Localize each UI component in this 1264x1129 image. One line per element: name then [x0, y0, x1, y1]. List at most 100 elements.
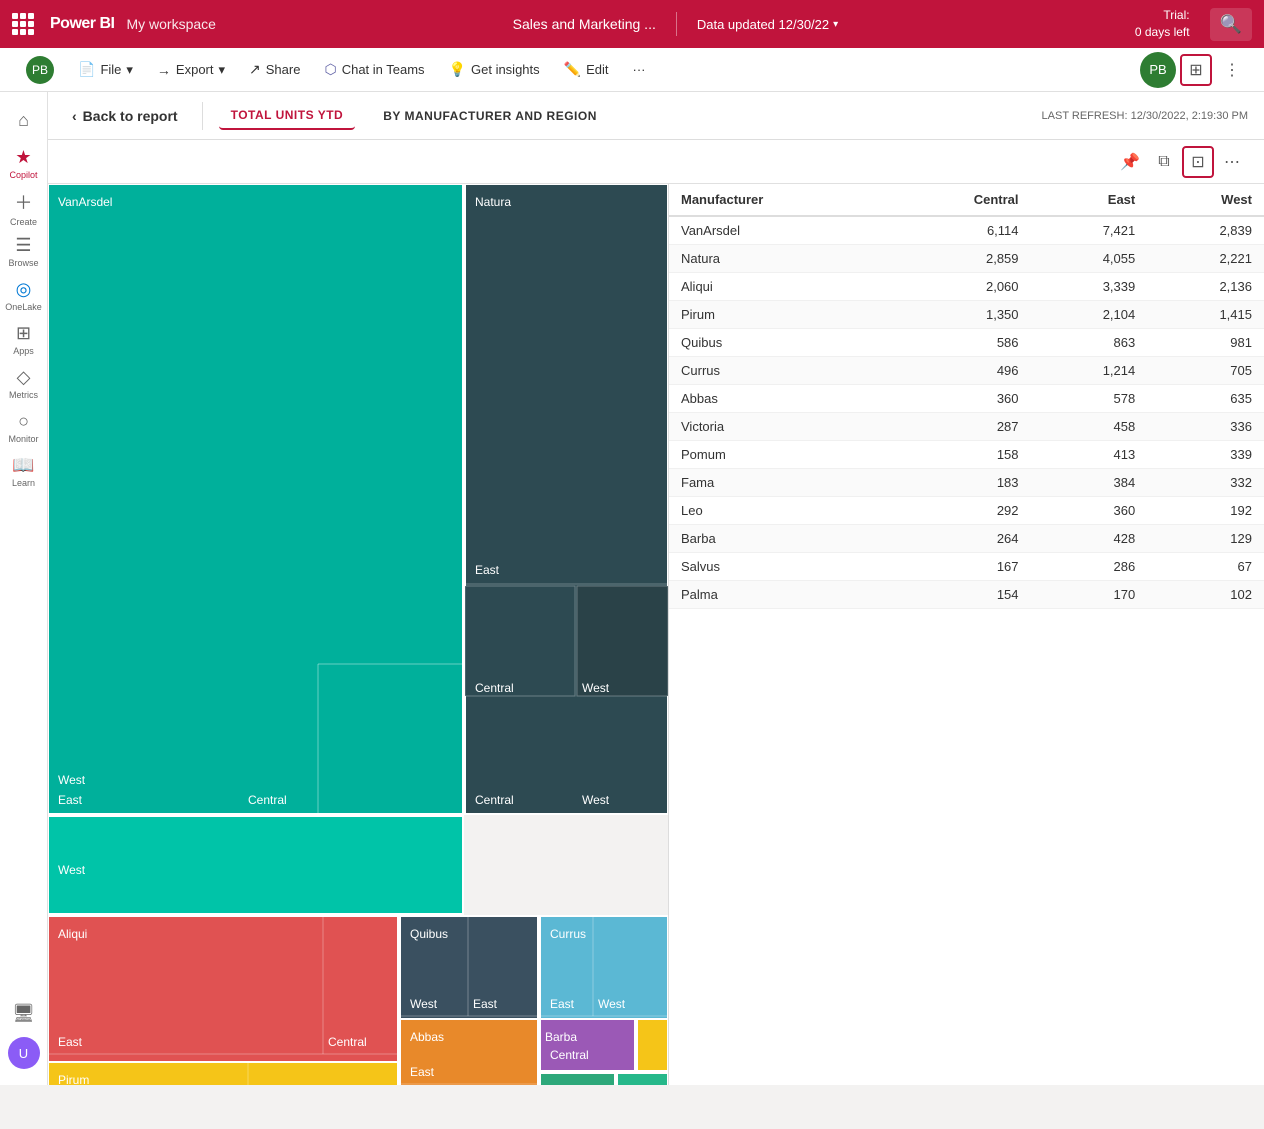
sub-toolbar-icons: 📌 ⧉ ⊡ ⋯ — [1114, 146, 1248, 178]
cell-central: 2,060 — [889, 273, 1031, 301]
data-updated-chevron: ▾ — [833, 19, 838, 30]
data-updated[interactable]: Data updated 12/30/22 ▾ — [697, 17, 838, 32]
file-chevron: ▾ — [126, 62, 133, 78]
file-icon: 📄 — [78, 61, 95, 78]
search-button[interactable]: 🔍 — [1210, 8, 1252, 41]
main-layout: ⌂ ★ Copilot ＋ Create ☰ Browse ◎ OneLake … — [0, 92, 1264, 1085]
cell-west: 129 — [1147, 525, 1264, 553]
table-row[interactable]: Currus 496 1,214 705 — [669, 357, 1264, 385]
cell-manufacturer: Palma — [669, 581, 889, 609]
avatar-toolbar[interactable]: PB — [16, 50, 64, 90]
panel-button[interactable]: ⋮ — [1216, 54, 1248, 86]
tab-total-units-ytd[interactable]: TOTAL UNITS YTD — [219, 102, 356, 130]
onelake-icon: ◎ — [16, 279, 32, 300]
sidebar-item-metrics[interactable]: ◇ Metrics — [4, 364, 44, 404]
svg-text:West: West — [598, 997, 626, 1011]
svg-text:West: West — [582, 793, 610, 807]
table-row[interactable]: Pirum 1,350 2,104 1,415 — [669, 301, 1264, 329]
export-button[interactable]: → Export ▾ — [147, 56, 235, 84]
sidebar-item-copilot[interactable]: ★ Copilot — [4, 144, 44, 184]
pin-icon-btn[interactable]: 📌 — [1114, 146, 1146, 178]
avatar-icon-btn[interactable]: PB — [1140, 52, 1176, 88]
treemap-container[interactable]: VanArsdel East Central West Natura East — [48, 184, 668, 1085]
table-row[interactable]: Barba 264 428 129 — [669, 525, 1264, 553]
svg-text:Central: Central — [475, 681, 514, 695]
sidebar-item-monitor[interactable]: ○ Monitor — [4, 408, 44, 448]
duplicate-icon-btn[interactable]: ⧉ — [1148, 146, 1180, 178]
table-row[interactable]: Leo 292 360 192 — [669, 497, 1264, 525]
share-button[interactable]: ↗ Share — [239, 55, 310, 84]
chat-teams-button[interactable]: ⬡ Chat in Teams — [314, 55, 434, 84]
svg-text:Central: Central — [475, 793, 514, 807]
edit-button[interactable]: ✏️ Edit — [554, 55, 619, 84]
file-button[interactable]: 📄 File ▾ — [68, 55, 143, 84]
table-row[interactable]: Victoria 287 458 336 — [669, 413, 1264, 441]
cell-manufacturer: VanArsdel — [669, 216, 889, 245]
monitor-icon: ○ — [18, 411, 29, 432]
cell-west: 2,839 — [1147, 216, 1264, 245]
sidebar-item-display[interactable]: 🖥 — [4, 993, 44, 1033]
svg-text:Pirum: Pirum — [58, 1073, 89, 1085]
cell-west: 332 — [1147, 469, 1264, 497]
cell-east: 3,339 — [1031, 273, 1148, 301]
table-row[interactable]: Salvus 167 286 67 — [669, 553, 1264, 581]
back-to-report-button[interactable]: ‹ Back to report — [64, 102, 186, 130]
cell-west: 192 — [1147, 497, 1264, 525]
cell-central: 1,350 — [889, 301, 1031, 329]
sidebar-item-onelake[interactable]: ◎ OneLake — [4, 276, 44, 316]
cell-west: 336 — [1147, 413, 1264, 441]
svg-text:Quibus: Quibus — [410, 927, 448, 941]
focus-mode-button[interactable]: ⊞ — [1180, 54, 1212, 86]
more-options-icon-btn[interactable]: ⋯ — [1216, 146, 1248, 178]
cell-central: 154 — [889, 581, 1031, 609]
viz-area: VanArsdel East Central West Natura East — [48, 184, 1264, 1085]
cell-central: 292 — [889, 497, 1031, 525]
cell-manufacturer: Aliqui — [669, 273, 889, 301]
sidebar-item-learn[interactable]: 📖 Learn — [4, 452, 44, 492]
table-row[interactable]: Quibus 586 863 981 — [669, 329, 1264, 357]
cell-east: 458 — [1031, 413, 1148, 441]
table-row[interactable]: Abbas 360 578 635 — [669, 385, 1264, 413]
cell-manufacturer: Currus — [669, 357, 889, 385]
table-row[interactable]: Natura 2,859 4,055 2,221 — [669, 245, 1264, 273]
home-icon: ⌂ — [18, 110, 29, 131]
workspace-name[interactable]: My workspace — [126, 16, 215, 32]
tab-by-manufacturer-region[interactable]: BY MANUFACTURER AND REGION — [371, 103, 609, 129]
table-row[interactable]: Pomum 158 413 339 — [669, 441, 1264, 469]
create-icon: ＋ — [15, 189, 33, 215]
table-row[interactable]: Fama 183 384 332 — [669, 469, 1264, 497]
back-arrow-icon: ‹ — [72, 108, 77, 124]
svg-text:Natura: Natura — [475, 195, 511, 209]
get-insights-button[interactable]: 💡 Get insights — [439, 55, 550, 84]
cell-west: 339 — [1147, 441, 1264, 469]
svg-text:East: East — [410, 1065, 435, 1079]
last-refresh-label: LAST REFRESH: 12/30/2022, 2:19:30 PM — [1042, 110, 1248, 122]
svg-text:Barba: Barba — [545, 1030, 577, 1044]
svg-text:East: East — [58, 1035, 83, 1049]
table-row[interactable]: Palma 154 170 102 — [669, 581, 1264, 609]
cell-east: 428 — [1031, 525, 1148, 553]
app-grid-icon[interactable] — [12, 13, 34, 35]
svg-text:Currus: Currus — [550, 927, 586, 941]
cell-manufacturer: Salvus — [669, 553, 889, 581]
col-header-central: Central — [889, 184, 1031, 216]
data-table-container[interactable]: Manufacturer Central East West VanArsdel… — [668, 184, 1264, 1085]
more-button[interactable]: ··· — [623, 56, 656, 83]
sidebar-item-create[interactable]: ＋ Create — [4, 188, 44, 228]
sidebar-item-apps[interactable]: ⊞ Apps — [4, 320, 44, 360]
report-nav-divider — [202, 102, 203, 130]
share-icon: ↗ — [249, 61, 261, 78]
sidebar-item-home[interactable]: ⌂ — [4, 100, 44, 140]
sidebar-copilot-label: Copilot — [9, 170, 37, 181]
focus-icon-btn[interactable]: ⊡ — [1182, 146, 1214, 178]
cell-east: 2,104 — [1031, 301, 1148, 329]
table-row[interactable]: Aliqui 2,060 3,339 2,136 — [669, 273, 1264, 301]
display-icon: 🖥 — [12, 1003, 35, 1024]
cell-east: 1,214 — [1031, 357, 1148, 385]
cell-west: 2,136 — [1147, 273, 1264, 301]
user-avatar[interactable]: U — [8, 1037, 40, 1069]
sidebar-item-browse[interactable]: ☰ Browse — [4, 232, 44, 272]
table-row[interactable]: VanArsdel 6,114 7,421 2,839 — [669, 216, 1264, 245]
treemap-svg: VanArsdel East Central West Natura East — [48, 184, 668, 1085]
learn-icon: 📖 — [12, 455, 34, 476]
